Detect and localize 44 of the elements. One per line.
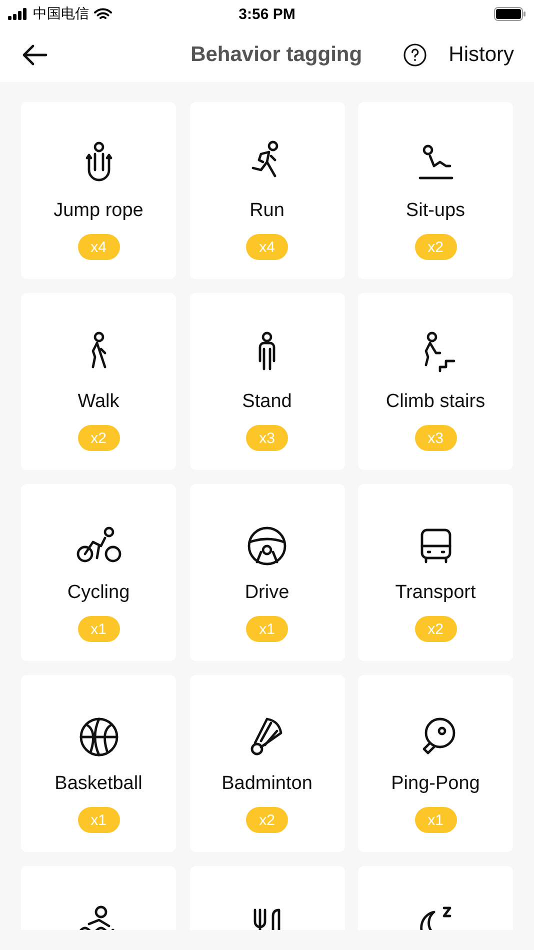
activity-card[interactable]: Transport x2	[358, 484, 513, 661]
carrier-name: 中国电信	[33, 5, 89, 23]
activity-card[interactable]: Basketball x1	[21, 675, 176, 852]
activity-label: Jump rope	[54, 200, 144, 222]
activity-card[interactable]: Run x4	[190, 102, 344, 279]
battery-icon	[494, 7, 526, 21]
activity-card[interactable]: Jump rope x4	[21, 102, 176, 279]
activity-label: Walk	[78, 391, 120, 413]
count-badge: x2	[246, 807, 288, 833]
activity-card[interactable]: Walk x2	[21, 293, 176, 470]
count-badge: x4	[246, 234, 288, 260]
activity-card[interactable]: Cycling x1	[21, 484, 176, 661]
activity-label: Stand	[242, 391, 292, 413]
activity-label: Basketball	[54, 773, 142, 795]
page-title: Behavior tagging	[190, 43, 364, 67]
count-badge: x1	[78, 616, 120, 642]
activity-card[interactable]: Badminton x2	[190, 675, 344, 852]
activity-card[interactable]: Stand x3	[190, 293, 344, 470]
activity-label: Climb stairs	[386, 391, 486, 413]
activity-card[interactable]: Sit-ups x2	[358, 102, 513, 279]
activity-label: Drive	[244, 582, 290, 604]
activity-card[interactable]: Ping-Pong x1	[358, 675, 513, 852]
count-badge: x1	[414, 807, 456, 833]
activity-label: Badminton	[222, 773, 312, 795]
count-badge: x4	[78, 234, 120, 260]
activity-card[interactable]: Drive x1	[190, 484, 344, 661]
count-badge: x2	[78, 425, 120, 451]
activity-label: Ping-Pong	[391, 773, 480, 795]
count-badge: x1	[246, 616, 288, 642]
activity-label: Run	[250, 200, 284, 222]
activity-label: Sit-ups	[406, 200, 466, 222]
wifi-icon	[94, 8, 112, 20]
count-badge: x2	[414, 616, 456, 642]
signal-icon	[8, 8, 28, 20]
activity-label: Transport	[395, 582, 476, 604]
count-badge: x1	[78, 807, 120, 833]
clock-time: 3:56 PM	[238, 6, 296, 22]
count-badge: x2	[414, 234, 456, 260]
activity-label: Cycling	[67, 582, 130, 604]
help-icon[interactable]	[402, 43, 427, 67]
activity-card[interactable]: Climb stairs x3	[358, 293, 513, 470]
count-badge: x3	[414, 425, 456, 451]
history-button[interactable]: History	[448, 43, 514, 67]
count-badge: x3	[246, 425, 288, 451]
